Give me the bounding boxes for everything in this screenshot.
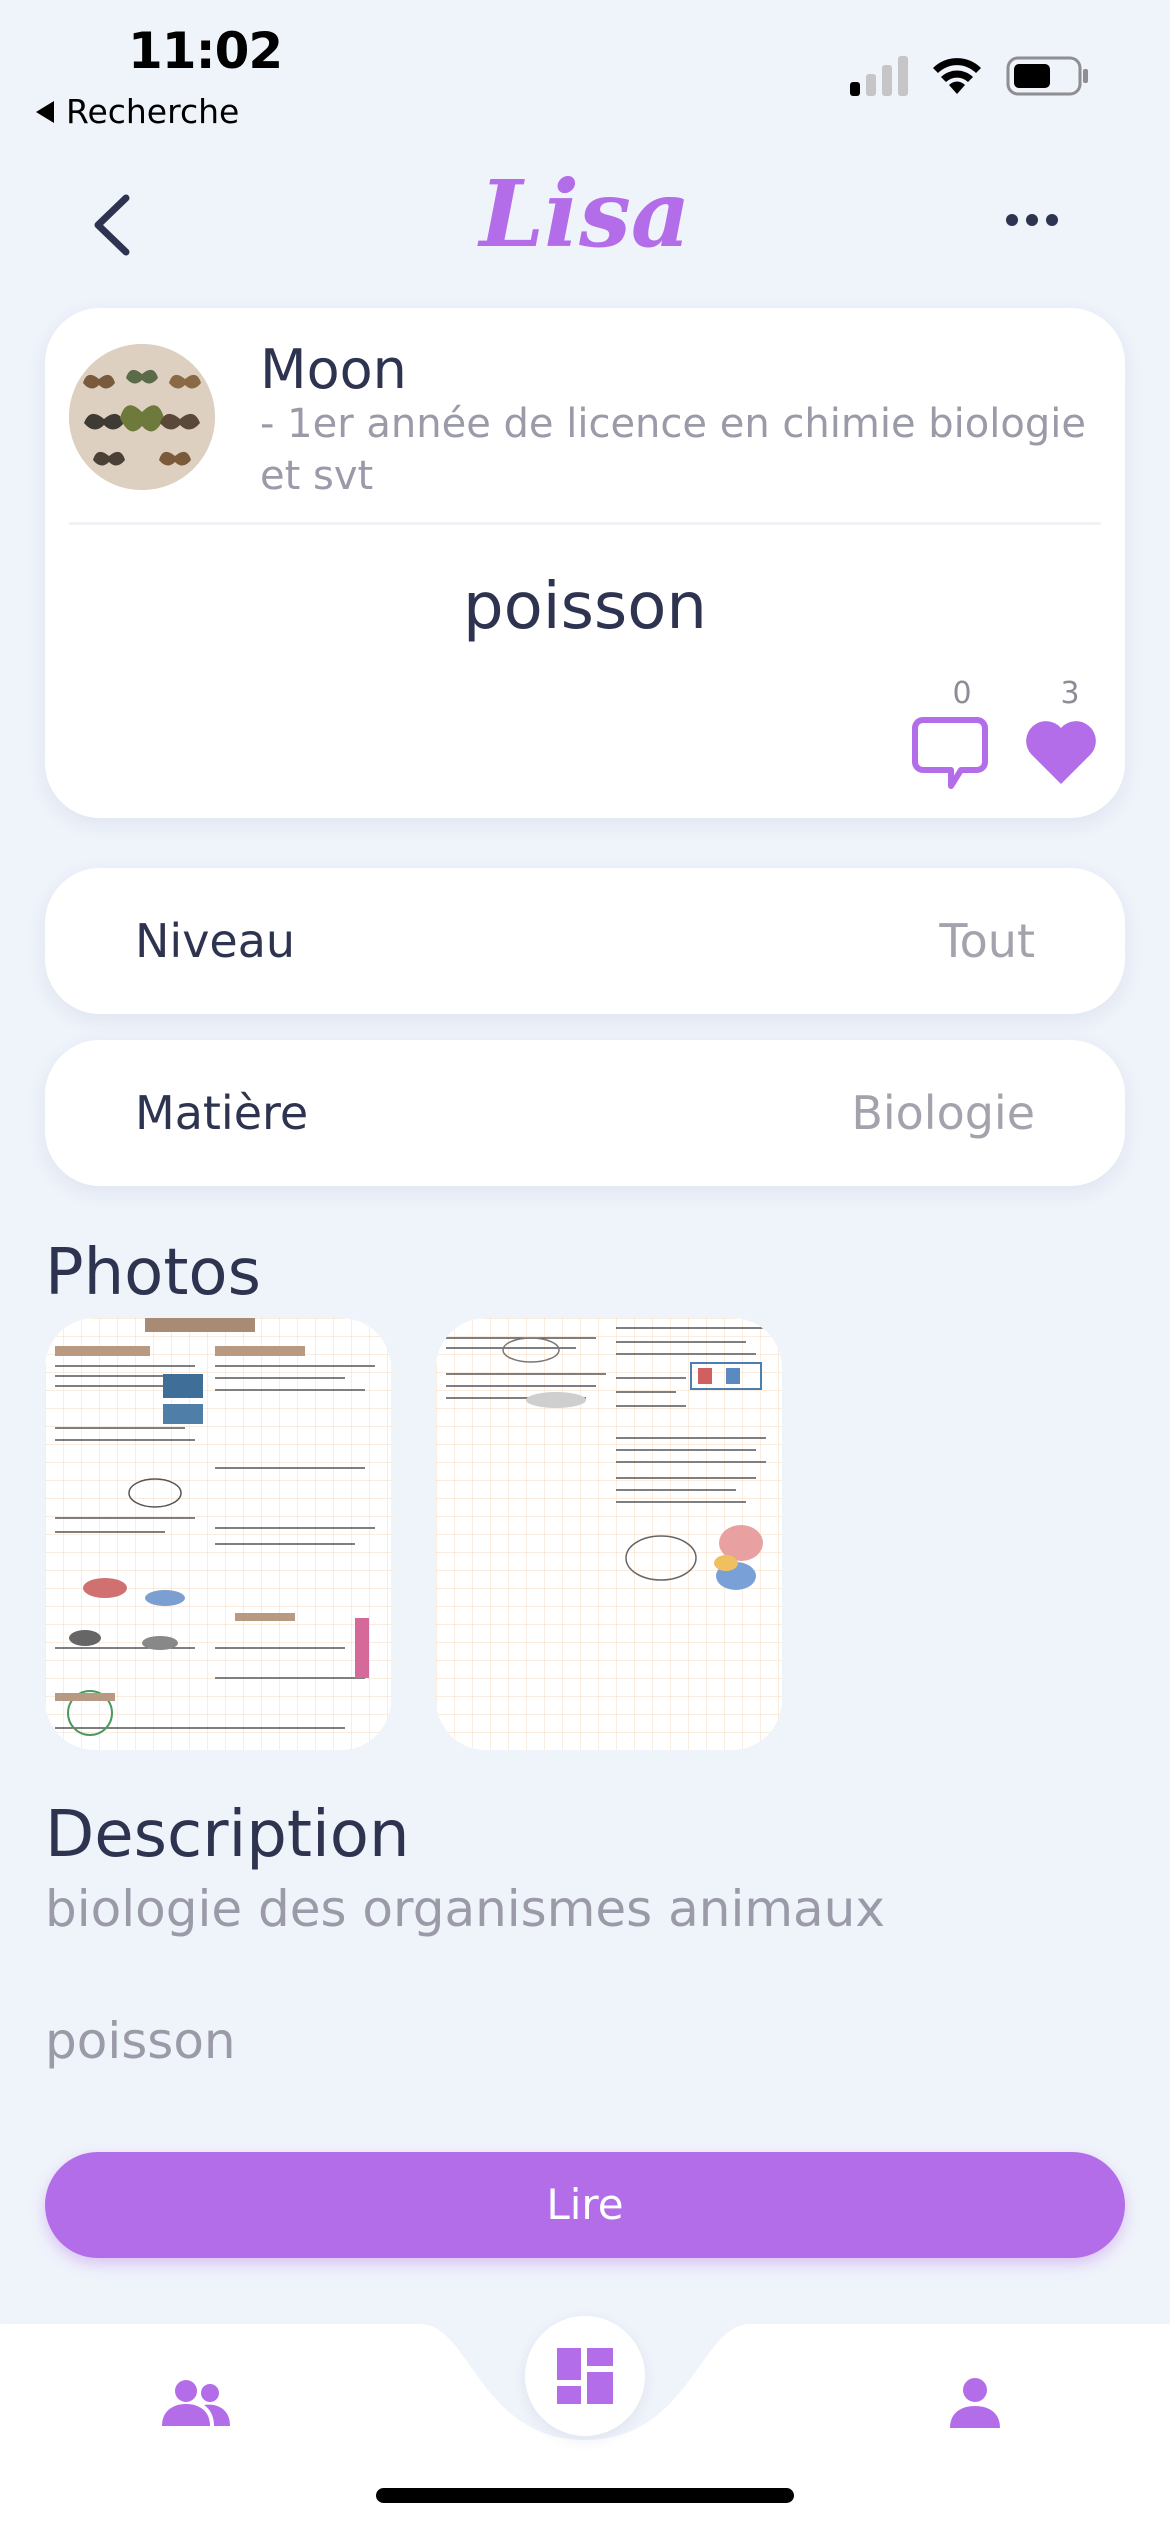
niveau-value: Tout [939, 914, 1035, 968]
niveau-label: Niveau [135, 914, 296, 968]
photo-thumbnail[interactable] [436, 1318, 782, 1750]
person-icon[interactable] [948, 2376, 1002, 2430]
dashboard-icon [557, 2348, 613, 2404]
matiere-label: Matière [135, 1086, 309, 1140]
back-triangle-icon [36, 100, 54, 123]
wifi-icon [933, 58, 981, 94]
battery-icon [1006, 56, 1088, 96]
status-time: 11:02 [128, 22, 283, 80]
photo-thumbnail[interactable] [45, 1318, 391, 1750]
avatar[interactable] [69, 344, 215, 490]
comment-count: 0 [952, 676, 972, 711]
matiere-value: Biologie [851, 1086, 1035, 1140]
butterfly-avatar-image [69, 344, 215, 490]
signal-icon [850, 56, 908, 96]
group-icon[interactable] [160, 2378, 232, 2430]
divider [69, 522, 1101, 525]
matiere-row[interactable]: Matière Biologie [45, 1040, 1125, 1186]
comment-icon[interactable] [911, 716, 989, 792]
description-section-title: Description [45, 1798, 410, 1872]
heart-icon[interactable] [1023, 716, 1099, 786]
author-name[interactable]: Moon [260, 338, 407, 401]
description-extra: poisson [45, 2012, 236, 2070]
home-indicator [376, 2488, 794, 2503]
app-title: Lisa [479, 160, 691, 268]
status-icons [850, 56, 1090, 96]
status-back-label: Recherche [66, 92, 240, 131]
photos-section-title: Photos [45, 1236, 261, 1310]
more-icon[interactable] [1006, 214, 1058, 226]
post-title: poisson [463, 570, 707, 644]
like-count: 3 [1060, 676, 1080, 711]
niveau-row[interactable]: Niveau Tout [45, 868, 1125, 1014]
author-meta: - 1er année de licence en chimie biologi… [260, 401, 1086, 499]
post-card: Moon - 1er année de licence en chimie bi… [45, 308, 1125, 818]
description-text: biologie des organismes animaux [45, 1880, 885, 1938]
tab-dashboard[interactable] [525, 2316, 645, 2436]
read-button[interactable]: Lire [45, 2152, 1125, 2258]
status-back-link[interactable]: Recherche [36, 92, 239, 131]
